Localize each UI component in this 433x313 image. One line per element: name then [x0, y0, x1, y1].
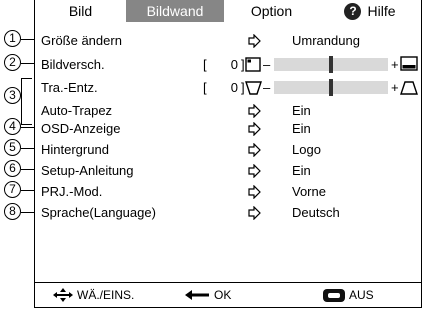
menu-item-setup-anleitung[interactable]: Setup-Anleitung [41, 163, 134, 179]
menu-item-label: Größe ändern [41, 33, 122, 48]
callout-number: 7 [4, 181, 21, 198]
arrow-right-icon [248, 34, 261, 48]
arrow-right-icon [248, 206, 261, 220]
menu-item-sprache[interactable]: Sprache(Language) [41, 205, 156, 221]
footer-exit-label: AUS [349, 288, 374, 302]
callout-number: 6 [4, 160, 21, 177]
slider-plus-sign: + [391, 80, 399, 95]
callout-number: 2 [4, 54, 21, 71]
menu-item-osd-anzeige[interactable]: OSD-Anzeige [41, 121, 120, 137]
callout-number: 5 [4, 139, 21, 156]
trapezoid-icon [400, 81, 418, 95]
callout-7: 7 [0, 181, 39, 199]
slider-minus-sign: – [263, 57, 271, 72]
callout-number: 1 [4, 30, 21, 47]
help-icon: ? [344, 2, 362, 20]
tra-entz-slider-thumb[interactable] [329, 79, 333, 96]
menu-item-label: Sprache(Language) [41, 205, 156, 220]
footer-select-hint: WÄ./EINS. [53, 287, 134, 303]
four-way-arrows-icon [53, 288, 73, 302]
menu-tabs: Bild Bildwand Option ? Hilfe [35, 0, 421, 22]
tab-option[interactable]: Option [224, 0, 319, 22]
menu-item-auto-trapez[interactable]: Auto-Trapez [41, 103, 112, 119]
menu-item-value: Vorne [292, 184, 326, 199]
menu-button-icon [323, 288, 345, 302]
menu-item-label: Hintergrund [41, 142, 109, 157]
screen-shift-icon [400, 56, 418, 71]
bildversch-number: 0 [230, 57, 238, 72]
tab-bild[interactable]: Bild [35, 0, 126, 22]
menu-item-value: Ein [292, 121, 311, 136]
menu-item-value: Ein [292, 103, 311, 118]
menu-item-label: PRJ.-Mod. [41, 184, 103, 199]
bildversch-slider-track[interactable] [274, 56, 388, 73]
enter-arrow-icon [185, 290, 209, 300]
menu-item-prj-mod[interactable]: PRJ.-Mod. [41, 184, 102, 200]
menu-item-bildversch[interactable]: Bildversch. [41, 57, 105, 73]
menu-item-groesse-aendern[interactable]: Größe ändern [41, 33, 122, 49]
tab-bildwand[interactable]: Bildwand [126, 0, 224, 22]
menu-item-label: Bildversch. [41, 57, 105, 72]
tab-hilfe-label: Hilfe [367, 3, 396, 19]
arrow-right-icon [248, 104, 261, 118]
footer-select-label: WÄ./EINS. [77, 288, 135, 302]
slider-minus-sign: – [263, 80, 271, 95]
footer-ok-hint: OK [185, 287, 231, 303]
callout-3-bracket [21, 78, 32, 125]
callout-1: 1 [0, 30, 39, 48]
osd-menu-panel: Bild Bildwand Option ? Hilfe Größe änder… [34, 0, 422, 308]
slider-plus-sign: + [391, 57, 399, 72]
arrow-right-icon [248, 164, 261, 178]
callout-4: 4 [0, 118, 39, 136]
tra-entz-number: 0 [230, 80, 238, 95]
menu-item-tra-entz[interactable]: Tra.-Entz. [41, 80, 98, 96]
callout-8: 8 [0, 203, 39, 221]
trapezoid-icon [245, 81, 262, 95]
callout-number: 3 [4, 87, 21, 104]
callout-6: 6 [0, 160, 39, 178]
menu-item-value: Deutsch [292, 205, 340, 220]
menu-item-label: Setup-Anleitung [41, 163, 134, 178]
tab-hilfe[interactable]: ? Hilfe [319, 0, 421, 22]
tra-entz-slider-track[interactable] [274, 79, 388, 96]
menu-item-label: Auto-Trapez [41, 103, 113, 118]
menu-item-hintergrund[interactable]: Hintergrund [41, 142, 109, 158]
footer-exit-hint: AUS [323, 287, 374, 303]
arrow-right-icon [248, 185, 261, 199]
footer-divider [35, 282, 421, 283]
menu-item-value: Logo [292, 142, 321, 157]
menu-item-label: OSD-Anzeige [41, 121, 121, 136]
menu-item-value: Umrandung [292, 33, 360, 48]
menu-item-label: Tra.-Entz. [41, 80, 98, 95]
callout-2: 2 [0, 54, 39, 72]
footer-ok-label: OK [214, 288, 232, 302]
menu-item-value: Ein [292, 163, 311, 178]
bildversch-slider-thumb[interactable] [329, 56, 333, 73]
callout-number: 8 [4, 203, 21, 220]
arrow-right-icon [248, 122, 261, 136]
screen-shift-icon [245, 57, 261, 72]
callout-number: 4 [4, 118, 21, 135]
arrow-right-icon [248, 143, 261, 157]
callout-5: 5 [0, 139, 39, 157]
